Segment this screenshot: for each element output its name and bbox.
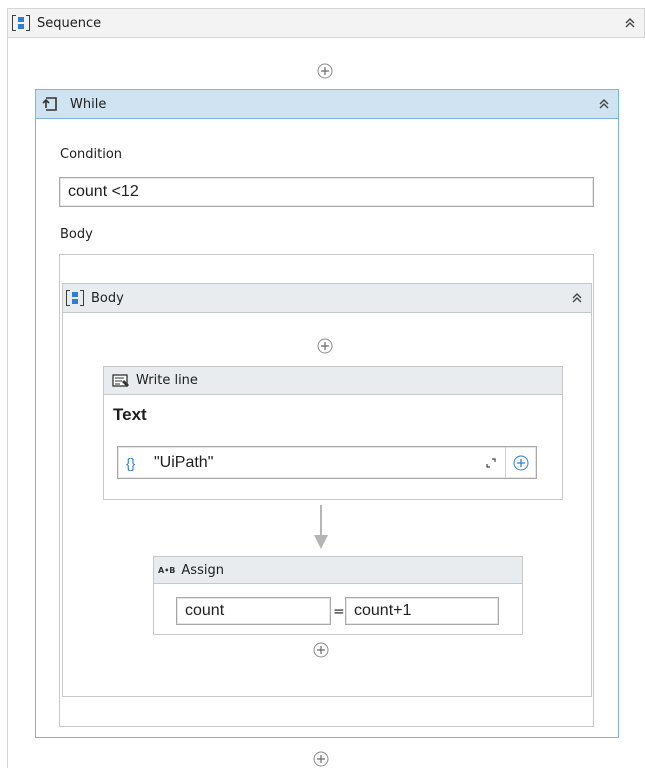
flow-arrow-icon (311, 505, 331, 551)
write-line-header[interactable]: Write line (103, 366, 563, 395)
sequence-icon (65, 290, 85, 306)
assign-equals: = (333, 604, 345, 620)
condition-value: count <12 (68, 183, 139, 200)
assign-value-input[interactable]: count+1 (345, 597, 499, 625)
condition-label: Condition (60, 147, 123, 162)
sequence-header[interactable]: Sequence (7, 8, 645, 38)
collapse-icon[interactable] (624, 17, 636, 29)
assign-icon: A•B (158, 565, 176, 575)
add-activity-icon[interactable] (317, 338, 333, 354)
assign-to-value: count (185, 602, 225, 619)
assign-header[interactable]: A•B Assign (153, 556, 523, 584)
body-label: Body (60, 227, 93, 242)
expand-editor-icon[interactable] (485, 457, 497, 469)
assign-to-input[interactable]: count (176, 597, 331, 625)
add-activity-icon[interactable] (313, 642, 329, 658)
while-header[interactable]: While (35, 89, 619, 119)
expression-braces-icon: {} (126, 454, 136, 471)
write-line-icon (112, 373, 130, 389)
while-icon (42, 96, 60, 112)
text-label: Text (113, 405, 147, 424)
add-argument-icon[interactable] (505, 447, 536, 478)
while-title: While (70, 96, 107, 112)
collapse-icon[interactable] (571, 292, 583, 304)
sequence-icon (11, 15, 31, 31)
condition-input[interactable]: count <12 (59, 177, 594, 207)
body-sequence-header[interactable]: Body (62, 283, 592, 313)
text-expression-input[interactable]: {} "UiPath" (117, 446, 537, 479)
collapse-icon[interactable] (598, 98, 610, 110)
write-line-title: Write line (136, 373, 198, 388)
assign-title: Assign (181, 562, 224, 578)
text-value: "UiPath" (154, 453, 214, 471)
sequence-title: Sequence (37, 15, 102, 31)
body-sequence-title: Body (91, 290, 124, 306)
assign-value: count+1 (354, 602, 412, 619)
add-activity-icon[interactable] (313, 751, 329, 767)
add-activity-icon[interactable] (317, 63, 333, 79)
